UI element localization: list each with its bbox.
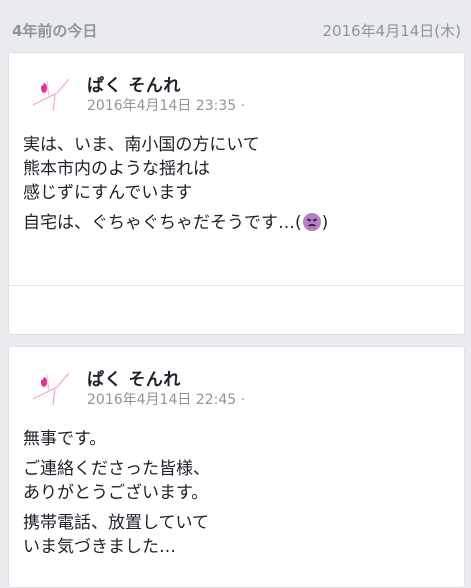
post-line: いま気づきました…	[23, 537, 176, 557]
post-line: 無事です。	[23, 429, 107, 449]
post-line: 携帯電話、放置していて	[23, 513, 209, 533]
post-timestamp[interactable]: 2016年4月14日 22:45 ·	[87, 389, 245, 409]
author-name[interactable]: ぱく そんれ	[87, 365, 181, 390]
post-card: ぱく そんれ 2016年4月14日 23:35 · 実は、いま、南小国の方にいて…	[8, 52, 465, 335]
post-line: ありがとうございます。	[23, 483, 209, 503]
post-body: 実は、いま、南小国の方にいて 熊本市内のような揺れは 感じずにすんでいます 自宅…	[23, 133, 328, 235]
post-timestamp[interactable]: 2016年4月14日 23:35 ·	[87, 95, 245, 115]
post-card: ぱく そんれ 2016年4月14日 22:45 · 無事です。 ご連絡くださった…	[8, 346, 465, 588]
memories-header: 4年前の今日 2016年4月14日(木)	[0, 0, 471, 52]
avatar[interactable]	[27, 67, 75, 115]
author-name[interactable]: ぱく そんれ	[87, 71, 181, 96]
avatar-dancer-icon	[32, 372, 70, 406]
post-line-text: )	[321, 213, 329, 233]
card-divider	[9, 285, 464, 286]
post-line: 自宅は、ぐちゃぐちゃだそうです…()	[23, 211, 328, 235]
confounded-face-icon	[302, 213, 321, 231]
post-body: 無事です。 ご連絡くださった皆様、 ありがとうございます。 携帯電話、放置してい…	[23, 427, 210, 559]
memories-date: 2016年4月14日(木)	[322, 22, 461, 40]
avatar-dancer-icon	[32, 78, 70, 112]
memories-title: 4年前の今日	[12, 22, 98, 40]
post-line: 感じずにすんでいます	[23, 183, 193, 203]
post-line: 実は、いま、南小国の方にいて	[23, 135, 260, 155]
post-line: ご連絡くださった皆様、	[23, 459, 210, 479]
post-line-text: 自宅は、ぐちゃぐちゃだそうです…(	[23, 213, 302, 233]
post-line: 熊本市内のような揺れは	[23, 159, 210, 179]
avatar[interactable]	[27, 361, 75, 409]
